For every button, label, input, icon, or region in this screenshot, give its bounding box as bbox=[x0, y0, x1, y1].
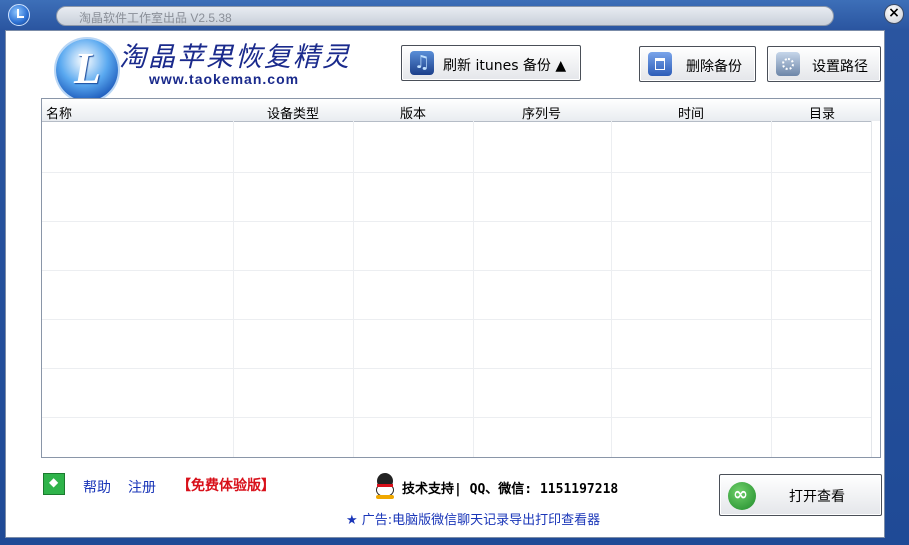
column-header-directory[interactable]: 目录 bbox=[809, 103, 835, 122]
table-header: 名称 设备类型 版本 序列号 时间 目录 bbox=[42, 99, 880, 122]
delete-button-label: 删除备份 bbox=[686, 59, 742, 75]
open-view-icon bbox=[728, 482, 756, 510]
window-title: 淘晶软件工作室出品 V2.5.38 bbox=[79, 11, 232, 25]
clock-icon[interactable] bbox=[8, 4, 30, 26]
qq-penguin-icon bbox=[374, 473, 396, 499]
refresh-itunes-backup-button[interactable]: 刷新 itunes 备份 ▲ bbox=[401, 45, 581, 81]
close-button[interactable]: × bbox=[884, 4, 904, 24]
table-scroll-edge[interactable] bbox=[871, 121, 880, 457]
column-header-name[interactable]: 名称 bbox=[46, 103, 72, 122]
qq-scarf bbox=[377, 484, 393, 487]
column-header-time[interactable]: 时间 bbox=[678, 103, 704, 122]
open-view-button-label: 打开查看 bbox=[789, 489, 845, 505]
qq-feet bbox=[376, 495, 394, 499]
help-link[interactable]: 帮助 bbox=[83, 477, 111, 497]
client-area: L 淘晶苹果恢复精灵 www.taokeman.com 刷新 itunes 备份… bbox=[5, 30, 885, 538]
refresh-button-label: 刷新 itunes 备份 ▲ bbox=[443, 58, 567, 74]
backup-list-table[interactable]: 名称 设备类型 版本 序列号 时间 目录 bbox=[41, 98, 881, 458]
app-url: www.taokeman.com bbox=[149, 71, 300, 87]
row-divider bbox=[42, 270, 880, 271]
app-logo: L bbox=[56, 39, 118, 101]
logo-letter: L bbox=[74, 44, 101, 93]
row-divider bbox=[42, 319, 880, 320]
free-trial-label: 【免费体验版】 bbox=[177, 478, 275, 494]
column-header-device-type[interactable]: 设备类型 bbox=[267, 103, 319, 122]
row-divider bbox=[42, 417, 880, 418]
column-header-serial[interactable]: 序列号 bbox=[522, 103, 561, 122]
title-bar[interactable]: 淘晶软件工作室出品 V2.5.38 × bbox=[0, 0, 909, 30]
row-divider bbox=[42, 368, 880, 369]
set-path-button[interactable]: 设置路径 bbox=[767, 46, 881, 82]
app-name: 淘晶苹果恢复精灵 bbox=[119, 42, 351, 73]
app-window: 淘晶软件工作室出品 V2.5.38 × L 淘晶苹果恢复精灵 www.taoke… bbox=[0, 0, 909, 545]
column-header-version[interactable]: 版本 bbox=[400, 103, 426, 122]
ad-link[interactable]: ★ 广告:电脑版微信聊天记录导出打印查看器 bbox=[346, 509, 600, 528]
register-link[interactable]: 注册 bbox=[128, 477, 156, 497]
tech-support-contact: 技术支持| QQ、微信: 1151197218 bbox=[402, 482, 619, 497]
trash-icon bbox=[648, 52, 672, 76]
row-divider bbox=[42, 172, 880, 173]
help-diamond-icon[interactable] bbox=[43, 473, 65, 495]
set-path-button-label: 设置路径 bbox=[812, 59, 868, 75]
open-view-button[interactable]: 打开查看 bbox=[719, 474, 882, 516]
music-note-icon bbox=[410, 51, 434, 75]
folder-gear-icon bbox=[776, 52, 800, 76]
title-pill: 淘晶软件工作室出品 V2.5.38 bbox=[56, 6, 834, 26]
row-divider bbox=[42, 221, 880, 222]
delete-backup-button[interactable]: 删除备份 bbox=[639, 46, 756, 82]
